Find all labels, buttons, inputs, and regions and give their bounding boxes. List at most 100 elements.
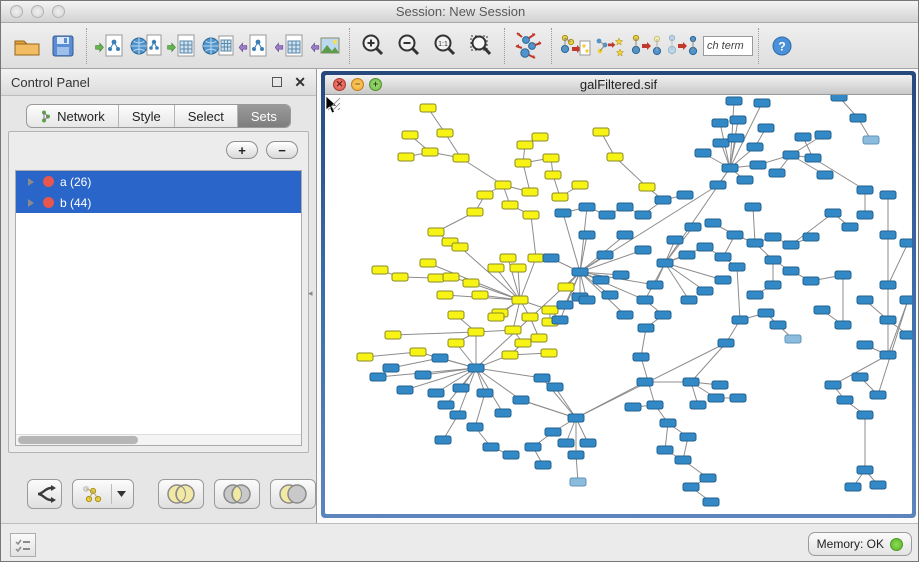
network-graph[interactable]: [325, 95, 912, 514]
float-panel-icon[interactable]: [272, 77, 282, 87]
sets-panel: + − a (26) b (44): [8, 131, 309, 453]
export-table-icon: [275, 33, 305, 59]
zoom-actual-size-icon: 1:1: [432, 33, 458, 59]
panel-splitter-collapse-handle[interactable]: ◂: [308, 288, 313, 299]
search-text: ch term: [707, 40, 744, 52]
new-network-selected-nodes-all-edges-button[interactable]: [629, 27, 665, 65]
apply-layout-button[interactable]: [510, 27, 546, 65]
apply-layout-icon: [513, 32, 543, 60]
save-session-button[interactable]: [45, 27, 81, 65]
venn-buttons: [158, 479, 316, 509]
add-set-button[interactable]: +: [226, 141, 258, 159]
set-color-icon: [43, 176, 54, 187]
expand-triangle-icon[interactable]: [28, 199, 34, 207]
import-network-from-web-button[interactable]: [128, 27, 164, 65]
search-input[interactable]: ch term: [703, 36, 753, 56]
set-label: a (26): [60, 175, 91, 189]
tab-network[interactable]: Network: [27, 105, 119, 127]
new-network-from-selection-icon: [559, 33, 591, 59]
control-panel: Control Panel ✕ Network Style: [1, 69, 317, 523]
sets-action-bar: [1, 479, 316, 509]
export-network-icon: [239, 33, 269, 59]
select-first-neighbors-icon: [594, 33, 628, 59]
tab-label: Sets: [251, 109, 277, 124]
cytoscape-window: Session: New Session: [0, 0, 919, 562]
select-first-neighbors-button[interactable]: [593, 27, 629, 65]
zoom-fit-selected-icon: [468, 33, 494, 59]
union-sets-button[interactable]: [158, 479, 204, 509]
import-table-file-icon: [167, 33, 197, 59]
zoom-in-icon: [360, 33, 386, 59]
venn-union-icon: [164, 483, 198, 505]
svg-text:1:1: 1:1: [438, 41, 448, 48]
memory-status-button[interactable]: Memory: OK: [808, 532, 912, 556]
zoom-actual-size-button[interactable]: 1:1: [427, 27, 463, 65]
close-panel-icon[interactable]: ✕: [294, 75, 306, 89]
control-panel-tabstrip: Network Style Select Sets: [1, 104, 316, 128]
open-session-button[interactable]: [9, 27, 45, 65]
export-table-button[interactable]: [272, 27, 308, 65]
scrollbar-thumb[interactable]: [18, 436, 138, 444]
tab-select[interactable]: Select: [175, 105, 238, 127]
import-network-file-button[interactable]: [92, 27, 128, 65]
toolbar-separator: [504, 28, 505, 64]
export-image-button[interactable]: [308, 27, 344, 65]
export-image-icon: [311, 33, 341, 59]
network-canvas[interactable]: [325, 95, 912, 514]
resize-grip[interactable]: [325, 95, 341, 111]
export-network-button[interactable]: [236, 27, 272, 65]
tab-sets[interactable]: Sets: [238, 105, 290, 127]
import-table-from-web-button[interactable]: [200, 27, 236, 65]
expand-triangle-icon[interactable]: [28, 178, 34, 186]
task-list-icon: [15, 538, 31, 552]
toolbar-separator: [86, 28, 87, 64]
create-set-from-network-button[interactable]: [72, 479, 134, 509]
help-icon: ?: [771, 35, 793, 57]
dropdown-arrow-icon: [117, 491, 126, 497]
toolbar-separator: [551, 28, 552, 64]
import-table-web-icon: [202, 33, 234, 59]
import-table-file-button[interactable]: [164, 27, 200, 65]
memory-ok-indicator: [890, 538, 903, 551]
zoom-fit-selected-button[interactable]: [463, 27, 499, 65]
new-network-selected-nodes-selected-edges-button[interactable]: [665, 27, 701, 65]
zoom-out-button[interactable]: [391, 27, 427, 65]
network-frame-titlebar[interactable]: ✕ − + galFiltered.sif: [325, 75, 912, 95]
intersect-sets-button[interactable]: [214, 479, 260, 509]
import-network-web-icon: [130, 33, 162, 59]
control-panel-title: Control Panel: [11, 75, 272, 90]
save-floppy-icon: [51, 34, 75, 58]
set-row-a[interactable]: a (26): [16, 171, 301, 192]
toolbar-separator: [758, 28, 759, 64]
network-frame-title: galFiltered.sif: [325, 77, 912, 92]
open-folder-icon: [13, 35, 41, 57]
remove-set-button[interactable]: −: [266, 141, 298, 159]
control-panel-header: Control Panel ✕: [1, 69, 316, 96]
window-titlebar: Session: New Session: [1, 1, 919, 23]
task-history-button[interactable]: [10, 533, 36, 557]
tab-label: Select: [188, 109, 224, 124]
svg-text:?: ?: [778, 39, 785, 53]
split-set-button[interactable]: [27, 479, 62, 509]
tab-label: Network: [57, 109, 105, 124]
main-toolbar: 1:1: [1, 23, 919, 69]
set-label: b (44): [60, 196, 91, 210]
new-network-selected-nodes-all-edges-icon: [630, 33, 664, 59]
new-network-selected-nodes-selected-edges-icon: [666, 33, 700, 59]
memory-label: Memory: OK: [817, 537, 884, 551]
network-set-icon: [80, 484, 106, 504]
network-tab-icon: [40, 110, 52, 123]
tab-style[interactable]: Style: [119, 105, 175, 127]
set-row-b[interactable]: b (44): [16, 192, 301, 213]
venn-difference-icon: [276, 483, 310, 505]
sets-list: a (26) b (44): [15, 170, 302, 446]
new-network-from-selection-button[interactable]: [557, 27, 593, 65]
set-color-icon: [43, 197, 54, 208]
horizontal-scrollbar[interactable]: [16, 434, 301, 445]
difference-sets-button[interactable]: [270, 479, 316, 509]
tab-label: Style: [132, 109, 161, 124]
zoom-in-button[interactable]: [355, 27, 391, 65]
import-network-file-icon: [95, 33, 125, 59]
help-button[interactable]: ?: [764, 27, 800, 65]
status-bar: Memory: OK: [1, 523, 919, 562]
